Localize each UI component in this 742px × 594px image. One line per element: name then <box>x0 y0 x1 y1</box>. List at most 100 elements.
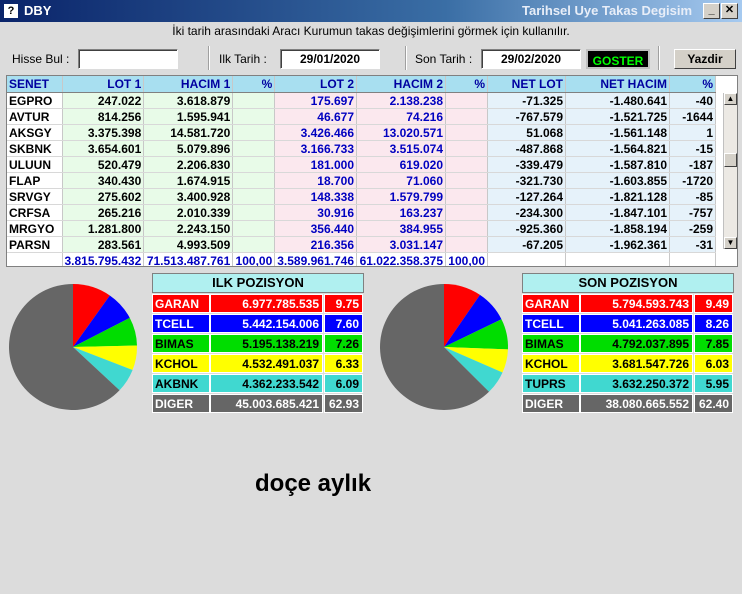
divider <box>208 46 210 70</box>
cell-hacim2: 2.138.238 <box>356 92 446 109</box>
column-header-nethacim[interactable]: NET HACIM <box>565 76 670 93</box>
table-row[interactable]: MRGYO 1.281.800 2.243.150 356.440 384.955 -92… <box>7 220 716 237</box>
cell-pct2 <box>445 140 488 157</box>
position-symbol: DIGER <box>522 394 580 413</box>
cell-pct2 <box>445 108 488 125</box>
ilk-tarih-input[interactable]: 29/01/2020 <box>280 49 380 69</box>
position-percent: 9.49 <box>694 294 733 313</box>
cell-netlot: -127.264 <box>487 188 566 205</box>
cell-netlot: -339.479 <box>487 156 566 173</box>
cell-pct1 <box>232 92 276 109</box>
ilk-pozisyon-pie <box>9 284 137 410</box>
cell-hacim2: 3.515.074 <box>356 140 446 157</box>
position-percent: 7.85 <box>694 334 733 353</box>
son-pozisyon-title: SON POZISYON <box>522 273 734 293</box>
table-row[interactable]: PARSN 283.561 4.993.509 216.356 3.031.147 -67… <box>7 236 716 253</box>
totals-row: 3.815.795.432 71.513.487.761 100,00 3.589.9… <box>7 252 716 266</box>
cell-hacim1: 2.206.830 <box>143 156 234 173</box>
cell-pct1 <box>232 188 276 205</box>
cell-nethacim: -1.561.148 <box>565 124 670 141</box>
total-lot1: 3.815.795.432 <box>62 252 145 266</box>
total-hacim1: 71.513.487.761 <box>143 252 234 266</box>
column-header-lot1[interactable]: LOT 1 <box>62 76 145 93</box>
son-tarih-input[interactable]: 29/02/2020 <box>481 49 581 69</box>
cell-pct2 <box>445 220 488 237</box>
ilk-pozisyon-title: ILK POZISYON <box>152 273 364 293</box>
cell-pct1 <box>232 108 276 125</box>
column-header-hacim2[interactable]: HACIM 2 <box>356 76 446 93</box>
scroll-down-icon[interactable]: ▼ <box>724 237 737 249</box>
total-pct3 <box>669 252 716 266</box>
total-lot2: 3.589.961.746 <box>274 252 357 266</box>
cell-pct3: -40 <box>669 92 716 109</box>
position-symbol: KCHOL <box>522 354 580 373</box>
table-row[interactable]: AVTUR 814.256 1.595.941 46.677 74.216 -767.57… <box>7 108 716 125</box>
cell-senet: PARSN <box>7 236 63 253</box>
cell-netlot: -71.325 <box>487 92 566 109</box>
takas-grid[interactable]: SENET LOT 1 HACIM 1% LOT 2 HACIM 2% NET LOT NE… <box>6 75 738 267</box>
column-header-pct3[interactable]: % <box>669 76 716 93</box>
position-percent: 62.93 <box>324 394 363 413</box>
table-row[interactable]: SKBNK 3.654.601 5.079.896 3.166.733 3.515.07… <box>7 140 716 157</box>
cell-hacim1: 1.595.941 <box>143 108 234 125</box>
cell-hacim1: 5.079.896 <box>143 140 234 157</box>
cell-netlot: -925.360 <box>487 220 566 237</box>
cell-hacim2: 71.060 <box>356 172 446 189</box>
table-row[interactable]: EGPRO 247.022 3.618.879 175.697 2.138.238 -71… <box>7 92 716 109</box>
total-pct2: 100,00 <box>445 252 488 266</box>
position-percent: 62.40 <box>694 394 733 413</box>
cell-nethacim: -1.858.194 <box>565 220 670 237</box>
cell-pct2 <box>445 188 488 205</box>
app-icon[interactable]: ? <box>4 4 18 18</box>
table-row[interactable]: AKSGY 3.375.398 14.581.720 3.426.466 13.020.… <box>7 124 716 141</box>
cell-nethacim: -1.603.855 <box>565 172 670 189</box>
cell-pct3: -31 <box>669 236 716 253</box>
table-row[interactable]: CRFSA 265.216 2.010.339 30.916 163.237 -234.3… <box>7 204 716 221</box>
position-percent: 5.95 <box>694 374 733 393</box>
position-symbol: TCELL <box>152 314 210 333</box>
cell-pct3: -1644 <box>669 108 716 125</box>
cell-hacim1: 1.674.915 <box>143 172 234 189</box>
grid-vertical-scrollbar[interactable]: ▲ ▼ <box>723 93 737 249</box>
table-row[interactable]: FLAP 340.430 1.674.915 18.700 71.060 -321.730… <box>7 172 716 189</box>
scroll-up-icon[interactable]: ▲ <box>724 93 737 105</box>
cell-senet: CRFSA <box>7 204 63 221</box>
yazdir-button[interactable]: Yazdir <box>674 49 736 69</box>
cell-netlot: -767.579 <box>487 108 566 125</box>
cell-pct2 <box>445 156 488 173</box>
column-header-hacim1[interactable]: HACIM 1 <box>143 76 234 93</box>
column-header-pct1[interactable]: % <box>232 76 276 93</box>
divider <box>658 46 660 70</box>
column-header-lot2[interactable]: LOT 2 <box>274 76 357 93</box>
minimize-button[interactable]: _ <box>703 3 720 19</box>
total-senet <box>7 252 63 266</box>
position-value: 6.977.785.535 <box>210 294 323 313</box>
goster-button[interactable]: GOSTER <box>586 49 650 69</box>
cell-lot1: 283.561 <box>62 236 145 253</box>
scroll-thumb[interactable] <box>724 153 737 167</box>
cell-pct3: -1720 <box>669 172 716 189</box>
title-bar: ? DBY Tarihsel Uye Takas Degisim _ ✕ <box>0 0 742 22</box>
total-pct1: 100,00 <box>232 252 276 266</box>
hisse-bul-input[interactable] <box>78 49 178 69</box>
column-header-senet[interactable]: SENET <box>7 76 63 93</box>
cell-pct1 <box>232 204 276 221</box>
cell-nethacim: -1.962.361 <box>565 236 670 253</box>
cell-lot2: 148.338 <box>274 188 357 205</box>
close-button[interactable]: ✕ <box>721 3 738 19</box>
table-row[interactable]: SRVGY 275.602 3.400.928 148.338 1.579.799 -12… <box>7 188 716 205</box>
cell-lot2: 30.916 <box>274 204 357 221</box>
window-title: Tarihsel Uye Takas Degisim <box>522 3 693 18</box>
column-header-netlot[interactable]: NET LOT <box>487 76 566 93</box>
cell-senet: SRVGY <box>7 188 63 205</box>
cell-pct1 <box>232 172 276 189</box>
cell-hacim1: 2.243.150 <box>143 220 234 237</box>
cell-lot1: 3.654.601 <box>62 140 145 157</box>
cell-lot1: 1.281.800 <box>62 220 145 237</box>
position-value: 5.442.154.006 <box>210 314 323 333</box>
cell-lot2: 18.700 <box>274 172 357 189</box>
cell-lot2: 356.440 <box>274 220 357 237</box>
table-row[interactable]: ULUUN 520.479 2.206.830 181.000 619.020 -339.… <box>7 156 716 173</box>
column-header-pct2[interactable]: % <box>445 76 488 93</box>
cell-hacim1: 2.010.339 <box>143 204 234 221</box>
